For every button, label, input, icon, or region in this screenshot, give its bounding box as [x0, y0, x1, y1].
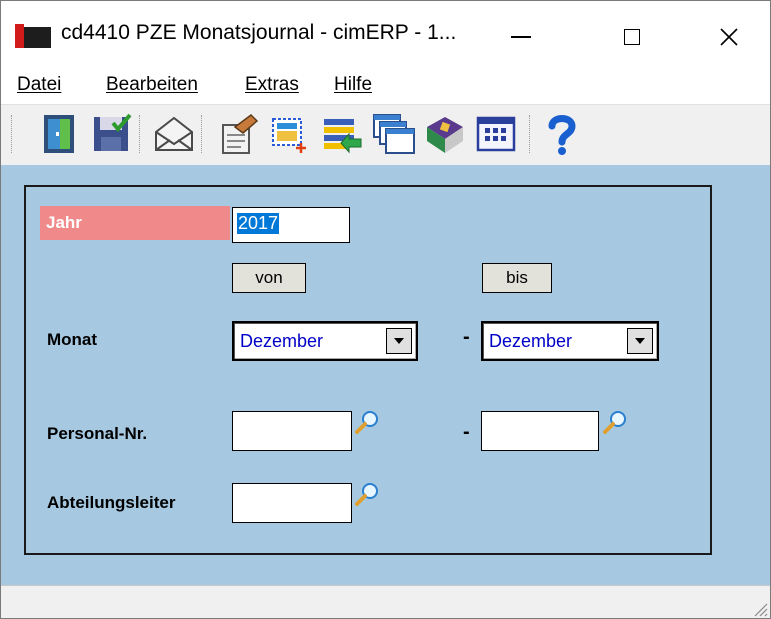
jahr-label: Jahr: [40, 206, 230, 240]
app-logo-icon: [15, 24, 51, 48]
help-button[interactable]: [539, 111, 585, 157]
range-dash: -: [463, 326, 470, 348]
calendar-grid-icon: [476, 116, 516, 152]
exit-door-icon: [44, 115, 74, 153]
filter-panel: Jahr 2017 von bis Monat Dezember - Dezem…: [24, 185, 712, 555]
menu-extras[interactable]: Extras: [245, 74, 299, 96]
mail-icon: [155, 116, 193, 151]
new-record-icon: [272, 118, 306, 153]
toolbar-separator: [11, 115, 14, 153]
form-area: Jahr 2017 von bis Monat Dezember - Dezem…: [1, 165, 770, 585]
monat-label: Monat: [47, 330, 98, 349]
monat-bis-select[interactable]: Dezember: [481, 321, 659, 361]
toolbar: [1, 104, 770, 166]
mail-button[interactable]: [151, 111, 197, 157]
transfer-icon: [324, 119, 362, 154]
new-record-button[interactable]: [267, 111, 313, 157]
search-icon[interactable]: [602, 409, 628, 435]
menu-hilfe[interactable]: Hilfe: [334, 74, 372, 96]
title-bar: cd4410 PZE Monatsjournal - cimERP - 1...: [1, 1, 770, 63]
abteilungsleiter-label: Abteilungsleiter: [47, 493, 176, 512]
status-bar: [1, 585, 770, 618]
von-button[interactable]: von: [232, 263, 306, 293]
resize-grip-icon[interactable]: [752, 601, 768, 617]
toolbar-separator: [529, 115, 532, 153]
menu-bar: Datei Bearbeiten Extras Hilfe: [1, 67, 770, 103]
windows-icon: [373, 114, 415, 154]
menu-datei[interactable]: Datei: [17, 74, 61, 96]
search-icon[interactable]: [354, 409, 380, 435]
save-button[interactable]: [89, 111, 135, 157]
maximize-button[interactable]: [600, 15, 664, 59]
toolbar-separator: [201, 115, 204, 153]
toolbar-separator: [139, 115, 142, 153]
minimize-icon: [511, 36, 531, 38]
app-window: cd4410 PZE Monatsjournal - cimERP - 1...…: [0, 0, 771, 619]
maximize-icon: [624, 29, 640, 45]
monat-bis-value: Dezember: [489, 331, 573, 351]
exit-button[interactable]: [37, 111, 83, 157]
windows-button[interactable]: [371, 111, 417, 157]
personal-nr-to-input[interactable]: [481, 411, 599, 451]
chevron-down-icon: [394, 338, 404, 344]
close-icon: [720, 28, 738, 46]
dropdown-button[interactable]: [386, 328, 412, 354]
personal-nr-from-input[interactable]: [232, 411, 352, 451]
save-icon: [94, 113, 132, 151]
chevron-down-icon: [635, 338, 645, 344]
edit-button[interactable]: [215, 111, 261, 157]
minimize-button[interactable]: [489, 15, 553, 59]
range-dash: -: [463, 421, 470, 443]
close-button[interactable]: [697, 15, 761, 59]
jahr-input[interactable]: 2017: [232, 207, 350, 243]
transfer-button[interactable]: [319, 111, 365, 157]
dropdown-button[interactable]: [627, 328, 653, 354]
search-icon[interactable]: [354, 481, 380, 507]
book-icon: [427, 117, 463, 153]
help-icon: [548, 115, 576, 155]
monat-von-value: Dezember: [240, 331, 324, 351]
jahr-value: 2017: [237, 213, 280, 234]
abteilungsleiter-input[interactable]: [232, 483, 352, 523]
window-title: cd4410 PZE Monatsjournal - cimERP - 1...: [61, 21, 457, 44]
book-button[interactable]: [421, 111, 467, 157]
personal-nr-label: Personal-Nr.: [47, 424, 148, 443]
monat-von-select[interactable]: Dezember: [232, 321, 418, 361]
edit-form-icon: [222, 114, 259, 154]
bis-button[interactable]: bis: [482, 263, 552, 293]
menu-bearbeiten[interactable]: Bearbeiten: [106, 74, 198, 96]
calendar-button[interactable]: [473, 111, 519, 157]
